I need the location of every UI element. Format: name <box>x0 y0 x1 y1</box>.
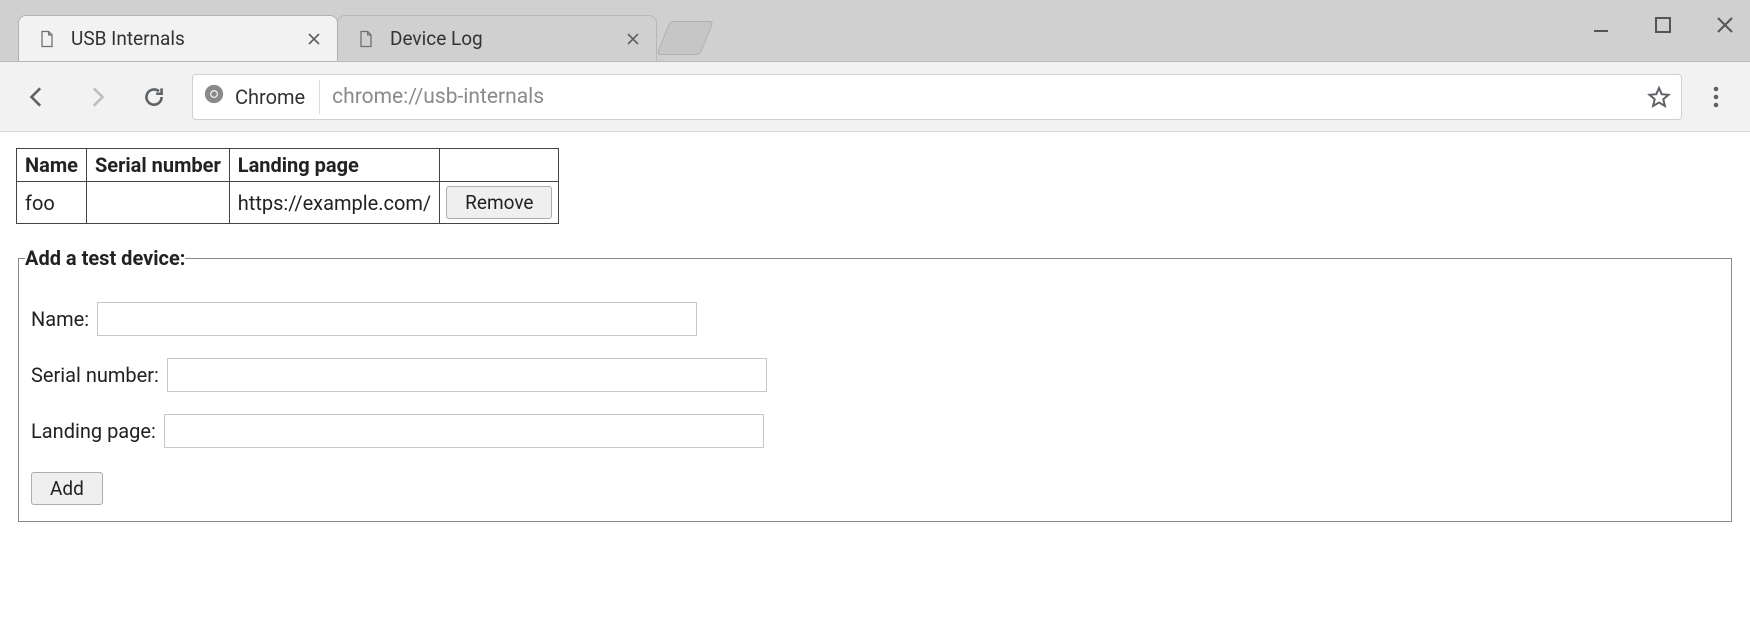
url-text: chrome://usb-internals <box>332 85 1635 109</box>
page-icon <box>37 29 57 49</box>
add-test-device-form: Add a test device: Name: Serial number: … <box>18 246 1732 522</box>
reload-button[interactable] <box>134 77 174 117</box>
devices-table: Name Serial number Landing page foo http… <box>16 148 559 224</box>
form-actions: Add <box>31 472 1719 505</box>
form-row-serial: Serial number: <box>31 358 1719 392</box>
chrome-icon <box>203 83 225 110</box>
close-tab-icon[interactable] <box>305 30 323 48</box>
maximize-button[interactable] <box>1646 8 1680 42</box>
tab-strip: USB Internals Device Log <box>0 0 707 61</box>
tab-title: USB Internals <box>71 27 293 50</box>
form-row-name: Name: <box>31 302 1719 336</box>
toolbar: Chrome chrome://usb-internals <box>0 62 1750 132</box>
table-row: foo https://example.com/ Remove <box>17 182 559 224</box>
landing-page-label: Landing page: <box>31 419 156 443</box>
col-name: Name <box>17 149 87 182</box>
remove-button[interactable]: Remove <box>446 186 552 219</box>
window-controls <box>1584 8 1742 42</box>
col-landing-page: Landing page <box>229 149 439 182</box>
tab-title: Device Log <box>390 27 612 50</box>
serial-input[interactable] <box>167 358 767 392</box>
col-actions <box>440 149 559 182</box>
cell-serial <box>86 182 229 224</box>
name-label: Name: <box>31 307 89 331</box>
new-tab-button[interactable] <box>656 21 714 55</box>
serial-label: Serial number: <box>31 363 159 387</box>
cell-landing-page: https://example.com/ <box>229 182 439 224</box>
browser-menu-button[interactable] <box>1700 81 1732 113</box>
tab-device-log[interactable]: Device Log <box>337 15 657 61</box>
cell-name: foo <box>17 182 87 224</box>
page-icon <box>356 29 376 49</box>
close-tab-icon[interactable] <box>624 30 642 48</box>
landing-page-input[interactable] <box>164 414 764 448</box>
title-bar: USB Internals Device Log <box>0 0 1750 62</box>
cell-action: Remove <box>440 182 559 224</box>
security-chip-label: Chrome <box>235 85 305 109</box>
minimize-button[interactable] <box>1584 8 1618 42</box>
security-chip: Chrome <box>203 80 320 114</box>
form-row-landing-page: Landing page: <box>31 414 1719 448</box>
page-content: Name Serial number Landing page foo http… <box>0 132 1750 538</box>
col-serial: Serial number <box>86 149 229 182</box>
bookmark-star-icon[interactable] <box>1647 85 1671 109</box>
form-legend: Add a test device: <box>25 246 185 270</box>
forward-button[interactable] <box>76 77 116 117</box>
add-button[interactable]: Add <box>31 472 103 505</box>
name-input[interactable] <box>97 302 697 336</box>
back-button[interactable] <box>18 77 58 117</box>
tab-usb-internals[interactable]: USB Internals <box>18 15 338 61</box>
address-bar[interactable]: Chrome chrome://usb-internals <box>192 74 1682 120</box>
table-header-row: Name Serial number Landing page <box>17 149 559 182</box>
close-window-button[interactable] <box>1708 8 1742 42</box>
